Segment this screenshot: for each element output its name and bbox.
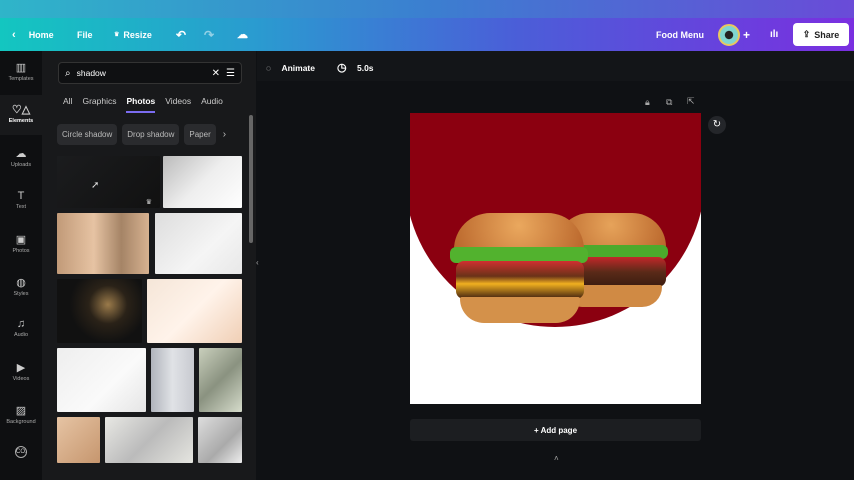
upload-icon: ⇪ bbox=[802, 29, 811, 39]
cursor-icon: ➚ bbox=[91, 180, 100, 191]
avatar[interactable] bbox=[718, 24, 740, 46]
add-page-icon[interactable]: ⇱ bbox=[687, 96, 695, 107]
search-value: shadow bbox=[76, 68, 106, 78]
share-button[interactable]: ⇪ Share bbox=[793, 23, 849, 46]
search-input[interactable]: ⌕ shadow ✕ ☰ bbox=[58, 62, 242, 84]
add-collaborator-icon[interactable]: + bbox=[743, 18, 750, 51]
rail-audio[interactable]: ♫ Audio bbox=[0, 318, 42, 338]
crown-icon: ♛ bbox=[145, 199, 152, 206]
photo-thumbnail[interactable] bbox=[105, 417, 193, 463]
rail-styles[interactable]: ◍ Styles bbox=[0, 276, 42, 297]
redo-icon[interactable]: ↷ bbox=[204, 18, 214, 51]
rail-templates[interactable]: ▥ Templates bbox=[0, 61, 42, 82]
tab-videos[interactable]: Videos bbox=[165, 96, 191, 113]
chip-circle-shadow[interactable]: Circle shadow bbox=[57, 124, 118, 145]
crown-icon: ♛ bbox=[114, 32, 120, 38]
rail-label: Background bbox=[6, 419, 36, 425]
rail-label: Videos bbox=[12, 376, 30, 382]
side-rail: ▥ Templates ♡△ Elements ☁ Uploads T Text ▣ Ph… bbox=[0, 51, 42, 480]
rail-brand[interactable]: CO. bbox=[0, 446, 42, 458]
filter-icon[interactable]: ☰ bbox=[226, 68, 235, 79]
resize-button[interactable]: ♛ Resize bbox=[114, 18, 152, 51]
duration-label: 5.0s bbox=[356, 62, 374, 73]
file-label: File bbox=[77, 29, 93, 40]
templates-icon: ▥ bbox=[15, 62, 27, 74]
tab-photos[interactable]: Photos bbox=[126, 96, 156, 113]
top-toolbar: ‹ Home File ♛ Resize ↶ ↷ ☁ Food Menu + ıl… bbox=[0, 18, 854, 51]
tab-all[interactable]: All bbox=[63, 96, 72, 113]
title-label: Food Menu bbox=[656, 29, 704, 40]
video-icon: ▶ bbox=[16, 362, 26, 374]
refresh-icon[interactable]: ↻ bbox=[708, 116, 726, 134]
clock-icon: ◷ bbox=[337, 62, 347, 74]
suggestion-chips: Circle shadow Drop shadow Paper › bbox=[57, 124, 228, 145]
rail-uploads[interactable]: ☁ Uploads bbox=[0, 147, 42, 168]
lock-icon[interactable]: 🔒︎ bbox=[645, 97, 650, 108]
rail-photos[interactable]: ▣ Photos bbox=[0, 233, 42, 254]
photo-thumbnail[interactable] bbox=[57, 213, 149, 274]
panel-scrollbar[interactable] bbox=[249, 115, 253, 243]
burger-image[interactable] bbox=[450, 211, 670, 337]
brand-logo-icon: CO. bbox=[15, 446, 27, 458]
photo-thumbnail[interactable] bbox=[57, 279, 142, 343]
elements-icon: ♡△ bbox=[11, 104, 31, 116]
rail-label: Audio bbox=[13, 332, 29, 338]
chevron-up-icon[interactable]: ˄ bbox=[554, 454, 559, 463]
photo-thumbnail[interactable] bbox=[57, 417, 100, 463]
photo-thumbnail[interactable] bbox=[147, 279, 242, 343]
rail-label: Elements bbox=[8, 118, 34, 124]
file-menu[interactable]: File bbox=[77, 18, 93, 51]
canvas-toolbar: ◌ Animate ◷ 5.0s bbox=[257, 51, 854, 81]
undo-icon[interactable]: ↶ bbox=[176, 18, 186, 51]
text-icon: T bbox=[17, 190, 25, 202]
rail-label: Templates bbox=[8, 76, 34, 82]
animate-icon: ◌ bbox=[266, 62, 272, 73]
tab-audio[interactable]: Audio bbox=[201, 96, 223, 113]
rail-elements[interactable]: ♡△ Elements bbox=[0, 95, 42, 135]
duration-button[interactable]: ◷ 5.0s bbox=[337, 51, 374, 84]
chevron-left-icon: ‹ bbox=[12, 28, 16, 41]
add-page-label: + Add page bbox=[533, 425, 578, 435]
rail-label: Uploads bbox=[10, 162, 32, 168]
photo-thumbnail[interactable] bbox=[163, 156, 242, 208]
rail-label: Styles bbox=[13, 291, 29, 297]
rail-label: Text bbox=[15, 204, 27, 210]
photo-thumbnail[interactable] bbox=[57, 348, 146, 412]
photo-thumbnail[interactable]: ♛ bbox=[57, 156, 160, 208]
home-button[interactable]: ‹ Home bbox=[12, 18, 54, 51]
tab-graphics[interactable]: Graphics bbox=[82, 96, 116, 113]
photo-thumbnail[interactable] bbox=[155, 213, 242, 274]
animate-label: Animate bbox=[281, 62, 315, 73]
resize-label: Resize bbox=[123, 29, 152, 40]
clear-icon[interactable]: ✕ bbox=[212, 68, 220, 79]
share-label: Share bbox=[814, 29, 840, 40]
insights-icon[interactable]: ılı bbox=[770, 18, 778, 51]
photo-thumbnail[interactable] bbox=[199, 348, 242, 412]
design-page[interactable] bbox=[410, 113, 701, 404]
design-title[interactable]: Food Menu bbox=[656, 18, 704, 51]
photo-icon: ▣ bbox=[15, 234, 27, 246]
chevron-right-icon[interactable]: › bbox=[221, 124, 228, 145]
cloud-upload-icon: ☁ bbox=[15, 148, 27, 160]
animate-button[interactable]: ◌ Animate bbox=[266, 51, 315, 84]
photo-thumbnail[interactable] bbox=[151, 348, 194, 412]
browser-strip bbox=[0, 0, 854, 18]
palette-icon: ◍ bbox=[16, 277, 26, 289]
rail-videos[interactable]: ▶ Videos bbox=[0, 361, 42, 382]
duplicate-icon[interactable]: ⧉ bbox=[666, 97, 672, 108]
search-icon: ⌕ bbox=[65, 67, 71, 79]
media-tabs: All Graphics Photos Videos Audio bbox=[63, 96, 223, 113]
rail-background[interactable]: ▨ Background bbox=[0, 404, 42, 425]
rail-text[interactable]: T Text bbox=[0, 190, 42, 210]
music-icon: ♫ bbox=[16, 318, 26, 330]
chip-drop-shadow[interactable]: Drop shadow bbox=[122, 124, 180, 145]
background-icon: ▨ bbox=[15, 405, 27, 417]
rail-label: Photos bbox=[12, 248, 30, 254]
home-label: Home bbox=[28, 29, 54, 40]
photo-thumbnail[interactable] bbox=[198, 417, 242, 463]
chip-paper[interactable]: Paper bbox=[184, 124, 216, 145]
cloud-saved-icon[interactable]: ☁ bbox=[237, 18, 248, 51]
collapse-panel-handle[interactable]: ‹ bbox=[256, 258, 262, 278]
add-page-button[interactable]: + Add page bbox=[410, 419, 701, 441]
